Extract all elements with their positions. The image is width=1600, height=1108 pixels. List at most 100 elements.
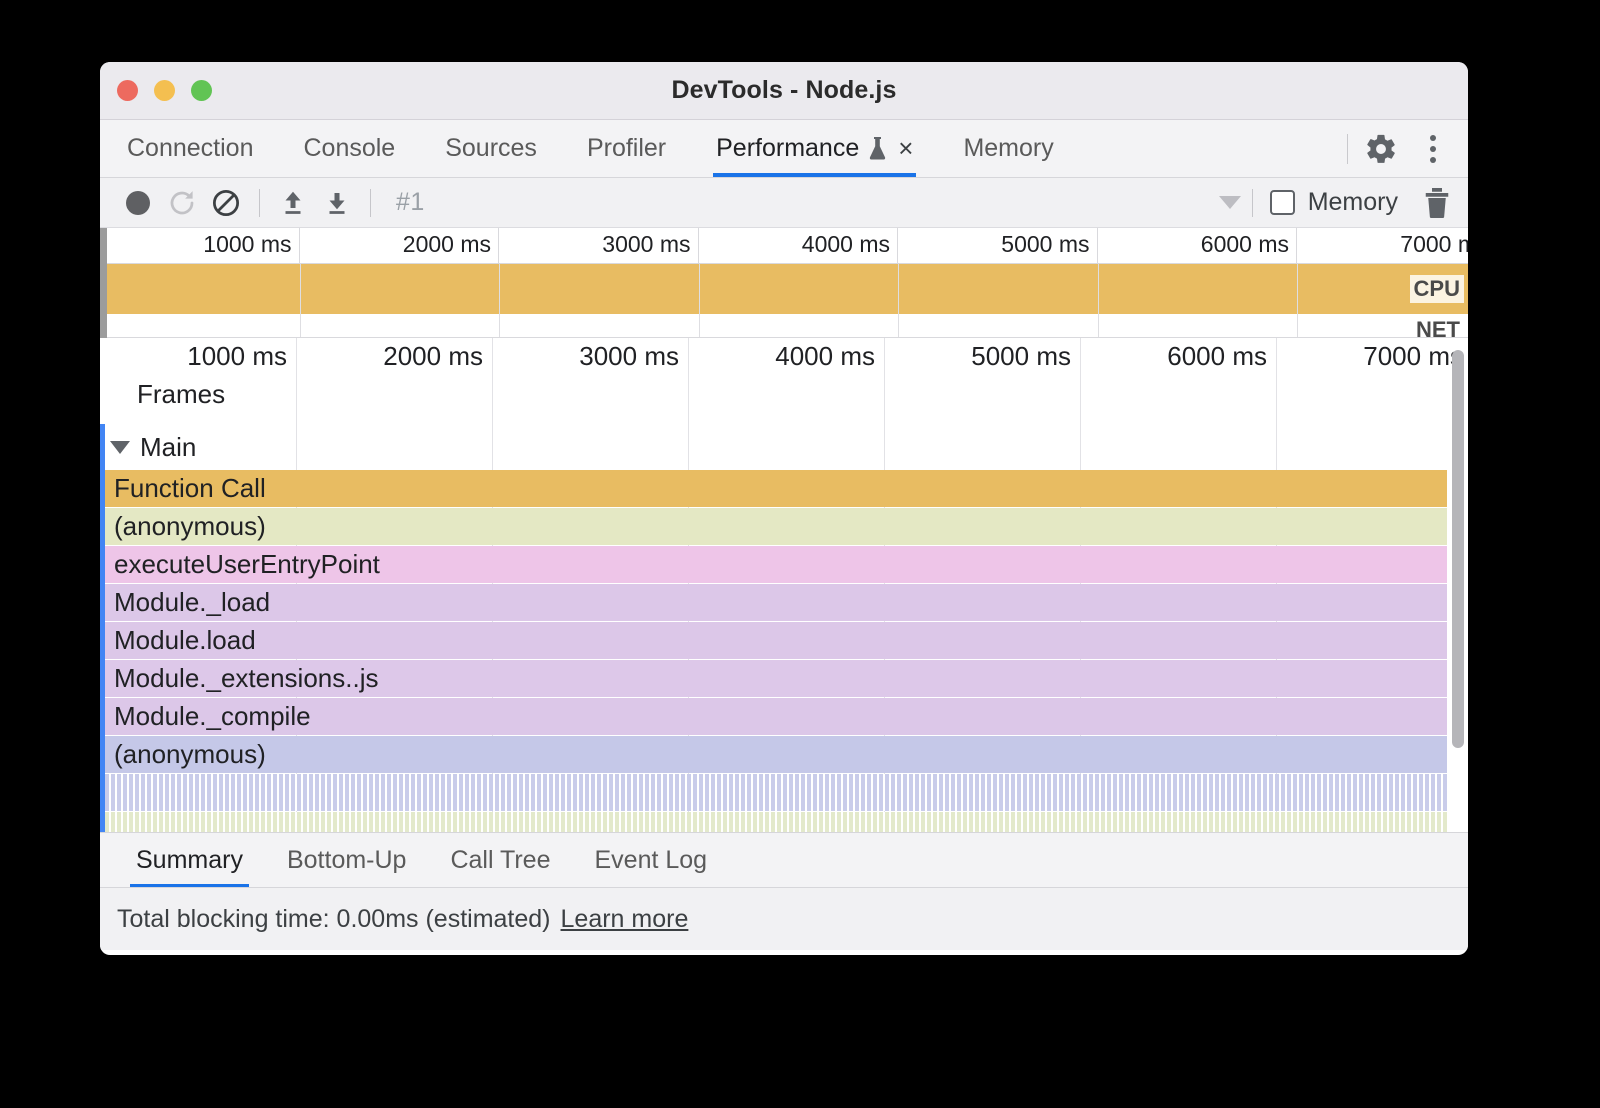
flame-chart-time-ruler: 1000 ms2000 ms3000 ms4000 ms5000 ms6000 … [100, 338, 1468, 378]
summary-status-bar: Total blocking time: 0.00ms (estimated) … [100, 888, 1468, 950]
tab-summary[interactable]: Summary [114, 833, 265, 887]
tab-bottom-up[interactable]: Bottom-Up [265, 833, 428, 887]
tab-label: Summary [136, 846, 243, 875]
tab-performance[interactable]: Performance × [691, 120, 938, 177]
tab-label: Performance [716, 134, 859, 163]
main-track-indicator [100, 424, 105, 832]
overview-tick: 7000 ms [1297, 228, 1468, 263]
chevron-down-icon[interactable] [1219, 196, 1241, 209]
overview-tick: 2000 ms [300, 228, 500, 263]
overview-tick: 3000 ms [499, 228, 699, 263]
flame-bar[interactable]: (anonymous) [105, 508, 1447, 545]
performance-toolbar: #1 Memory [100, 178, 1468, 228]
tab-label: Event Log [595, 846, 708, 875]
flame-tick: 1000 ms [100, 338, 296, 378]
tab-label: Console [303, 134, 395, 163]
flame-bar[interactable]: Function Call [105, 470, 1447, 507]
flame-bar[interactable]: Module._compile [105, 698, 1447, 735]
tab-memory[interactable]: Memory [938, 120, 1078, 177]
flame-bar[interactable]: executeUserEntryPoint [105, 546, 1447, 583]
load-profile-button[interactable] [271, 181, 315, 225]
flame-bar-label: Module._load [105, 587, 270, 618]
flame-bar-label: Module.load [105, 625, 256, 656]
overview-tick-label: 6000 ms [1201, 231, 1289, 258]
flame-bar-group[interactable] [105, 774, 1447, 811]
flame-bar-group[interactable] [105, 812, 1447, 832]
overview-tick-label: 5000 ms [1001, 231, 1089, 258]
download-arrow-icon [322, 188, 352, 218]
save-profile-button[interactable] [315, 181, 359, 225]
reload-and-record-button[interactable] [160, 181, 204, 225]
flame-bar[interactable]: Module._load [105, 584, 1447, 621]
kebab-menu-icon[interactable] [1416, 132, 1450, 166]
flame-bar-label: (anonymous) [105, 739, 266, 770]
trash-icon[interactable] [1422, 186, 1452, 220]
overview-window-left-handle[interactable] [100, 228, 107, 338]
close-tab-icon[interactable]: × [898, 135, 913, 161]
memory-checkbox-label: Memory [1308, 188, 1398, 217]
tab-call-tree[interactable]: Call Tree [428, 833, 572, 887]
devtools-window: DevTools - Node.js Connection Console So… [100, 62, 1468, 955]
flask-icon [868, 136, 887, 161]
gear-icon[interactable] [1364, 132, 1398, 166]
flame-tick: 2000 ms [296, 338, 492, 378]
flame-chart-pane[interactable]: 1000 ms2000 ms3000 ms4000 ms5000 ms6000 … [100, 338, 1468, 832]
flame-bar[interactable]: (anonymous) [105, 736, 1447, 773]
triangle-down-icon[interactable] [110, 441, 130, 454]
flame-bar[interactable]: Module._extensions..js [105, 660, 1447, 697]
divider [1252, 189, 1253, 217]
timeline-overview[interactable]: 1000 ms 2000 ms 3000 ms 4000 ms 5000 ms 6000 … [100, 228, 1468, 338]
tab-console[interactable]: Console [278, 120, 420, 177]
tab-sources[interactable]: Sources [420, 120, 562, 177]
divider [370, 189, 371, 217]
learn-more-link[interactable]: Learn more [561, 905, 689, 934]
details-tab-bar: Summary Bottom-Up Call Tree Event Log [100, 832, 1468, 888]
tab-bar-actions [1331, 120, 1468, 177]
checkbox-box[interactable] [1270, 190, 1295, 215]
tab-profiler[interactable]: Profiler [562, 120, 691, 177]
frames-track-label: Frames [137, 379, 225, 410]
overview-tick-label: 1000 ms [203, 231, 291, 258]
flame-chart-scrollbar[interactable] [1452, 350, 1464, 748]
flame-tick: 4000 ms [688, 338, 884, 378]
memory-checkbox[interactable]: Memory [1270, 188, 1398, 217]
flame-tick-label: 3000 ms [579, 341, 679, 372]
clear-button[interactable] [204, 181, 248, 225]
flame-tick: 3000 ms [492, 338, 688, 378]
tab-event-log[interactable]: Event Log [573, 833, 730, 887]
flame-tick: 7000 ms [1276, 338, 1468, 378]
tab-label: Call Tree [450, 846, 550, 875]
panel-tab-bar: Connection Console Sources Profiler Perf… [100, 120, 1468, 178]
flame-tick-label: 1000 ms [187, 341, 287, 372]
divider [259, 189, 260, 217]
flame-bar-label: Module._extensions..js [105, 663, 378, 694]
overview-tick: 1000 ms [100, 228, 300, 263]
flame-tick-label: 5000 ms [971, 341, 1071, 372]
net-overview-band[interactable]: NET [100, 314, 1468, 338]
cpu-band-label: CPU [1410, 275, 1464, 303]
flame-tick-label: 7000 ms [1363, 341, 1463, 372]
main-group-header[interactable]: Main [100, 424, 1468, 470]
tab-connection[interactable]: Connection [100, 120, 278, 177]
record-button[interactable] [116, 181, 160, 225]
flame-bar[interactable]: Module.load [105, 622, 1447, 659]
overview-tick: 6000 ms [1098, 228, 1298, 263]
record-circle-icon [126, 191, 150, 215]
tab-label: Memory [963, 134, 1053, 163]
title-bar: DevTools - Node.js [100, 62, 1468, 120]
overview-gridlines [100, 264, 1468, 314]
tab-label: Sources [445, 134, 537, 163]
flame-bar-label: executeUserEntryPoint [105, 549, 380, 580]
flame-tick-label: 2000 ms [383, 341, 483, 372]
frames-track[interactable]: Frames [100, 378, 1468, 424]
tab-label: Connection [127, 134, 253, 163]
flame-bar-label: Module._compile [105, 701, 311, 732]
overview-gridlines [100, 314, 1468, 337]
overview-tick: 4000 ms [699, 228, 899, 263]
cpu-overview-band[interactable]: CPU [100, 264, 1468, 314]
overview-time-ruler: 1000 ms 2000 ms 3000 ms 4000 ms 5000 ms 6000 … [100, 228, 1468, 264]
flame-tick: 5000 ms [884, 338, 1080, 378]
overview-tick-label: 3000 ms [602, 231, 690, 258]
recording-selector[interactable]: #1 [396, 188, 425, 217]
tab-label: Profiler [587, 134, 666, 163]
